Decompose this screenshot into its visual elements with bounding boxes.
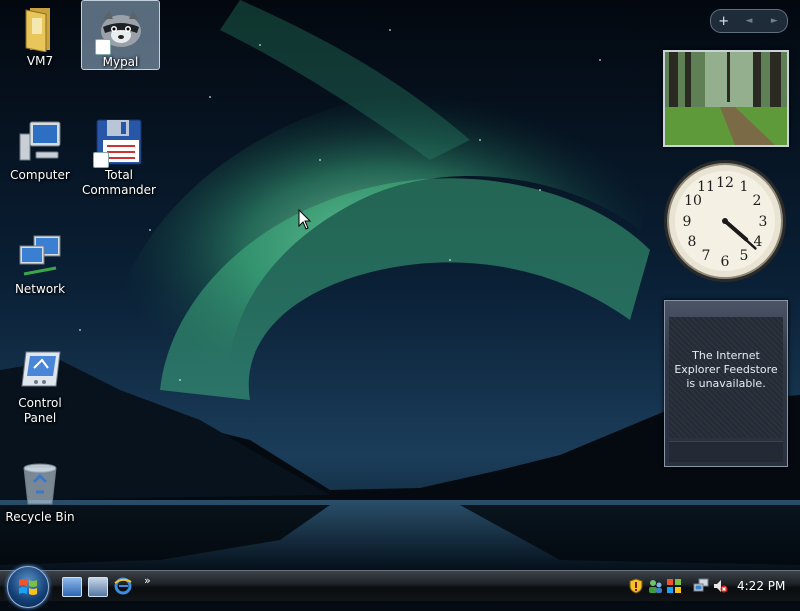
control-panel-icon [16,346,64,394]
desktop-icon-control-panel[interactable]: Control Panel [2,342,78,426]
desktop-icon-label: Mypal [102,55,139,69]
user-accounts-icon[interactable] [647,578,663,594]
clock-number: 9 [683,214,692,230]
forest-path-photo [665,52,787,145]
clock-number: 1 [740,179,749,195]
desktop-icon-label: Total Commander [82,168,156,197]
feed-footer [669,441,783,462]
clock-gadget[interactable]: 12 1 2 3 4 5 6 7 8 9 10 11 [662,158,788,284]
recycle-bin-icon [16,460,64,508]
add-gadget-button[interactable]: + [715,14,733,29]
internet-explorer-icon[interactable] [114,577,132,595]
clock-number: 11 [697,179,715,195]
quick-launch-bar [62,577,132,597]
desktop-icon-computer[interactable]: Computer [2,114,78,183]
desktop-icon-label: Computer [10,168,70,182]
desktop-icon-label: Network [14,282,66,296]
mouse-cursor-icon [298,209,312,230]
desktop-icon-total-commander[interactable]: Total Commander [81,114,157,198]
windows-update-icon[interactable] [666,578,682,594]
clock-number: 5 [740,248,749,264]
clock-number: 6 [721,254,730,270]
desktop-icon-mypal[interactable]: Mypal [81,0,160,70]
slideshow-gadget[interactable] [663,50,789,147]
volume-muted-icon[interactable] [712,578,728,594]
feed-error-message: The Internet Explorer Feedstore is unava… [674,349,778,390]
desktop-icon-label: VM7 [26,54,54,68]
desktop-icon-network[interactable]: Network [2,228,78,297]
start-button[interactable] [7,566,49,608]
folder-icon [16,4,64,53]
clock-number: 2 [753,193,762,209]
clock-number: 7 [702,248,711,264]
desktop-icon-label: Control Panel [18,396,62,425]
computer-icon [16,118,64,166]
network-status-icon[interactable] [693,578,709,594]
shortcut-arrow-icon [94,39,111,55]
security-shield-icon[interactable] [628,578,644,594]
gadget-toolbar: + ◄ ► [710,9,788,33]
taskbar: » 4:22 PM [0,566,800,608]
floppy-disk-icon [93,118,143,168]
quick-launch-more-button[interactable]: » [144,574,151,587]
desktop-icon-recycle-bin[interactable]: Recycle Bin [2,456,78,525]
raccoon-icon [94,5,145,55]
windows-logo-icon [19,579,37,595]
previous-page-button[interactable]: ◄ [740,16,758,26]
shortcut-arrow-icon [93,152,109,168]
switch-windows-icon[interactable] [88,577,108,597]
next-page-button[interactable]: ► [765,16,783,26]
desktop-icon-vm7[interactable]: VM7 [2,0,78,69]
clock-number: 8 [688,234,697,250]
network-icon [16,232,64,280]
clock-number: 12 [716,175,734,191]
feed-headlines-gadget[interactable]: The Internet Explorer Feedstore is unava… [664,300,788,467]
taskbar-clock[interactable]: 4:22 PM [737,579,785,593]
clock-number: 3 [759,214,768,230]
system-tray: 4:22 PM [628,574,800,598]
desktop-icon-label: Recycle Bin [5,510,75,524]
clock-number: 10 [684,193,702,209]
show-desktop-icon[interactable] [62,577,82,597]
